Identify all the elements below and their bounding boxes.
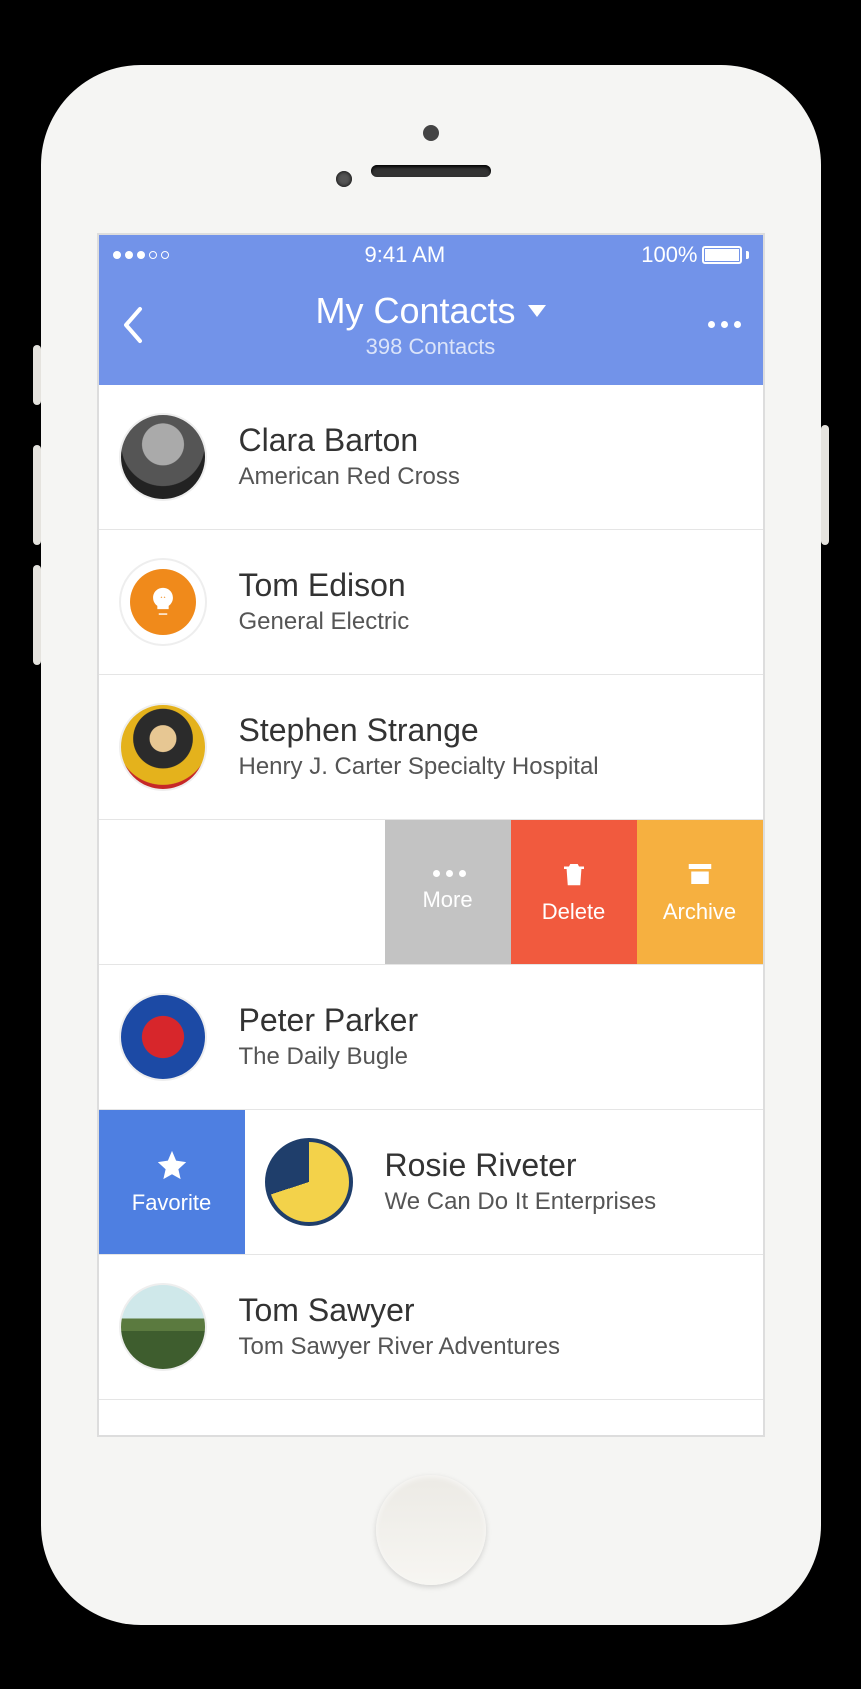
swipe-actions-left: Favorite: [99, 1110, 245, 1254]
contact-org: Henry J. Carter Specialty Hospital: [239, 753, 599, 781]
lightbulb-icon: [130, 569, 196, 635]
status-bar: 9:41 AM 100%: [99, 235, 763, 275]
contact-name: Stephen Strange: [239, 712, 599, 749]
contact-name: Peter Parker: [239, 1002, 419, 1039]
contact-row[interactable]: Favorite Rosie Riveter We Can Do It Ente…: [99, 1110, 763, 1255]
phone-side-button: [821, 425, 829, 545]
nav-bar: My Contacts 398 Contacts: [99, 275, 763, 385]
ellipsis-icon: [430, 870, 466, 877]
avatar: [119, 1283, 207, 1371]
avatar: [119, 993, 207, 1081]
phone-side-button: [33, 345, 41, 405]
home-button[interactable]: [376, 1475, 486, 1585]
status-time: 9:41 AM: [365, 242, 446, 268]
page-title: My Contacts: [315, 290, 515, 332]
contact-name: Tom Sawyer: [239, 1292, 560, 1329]
contact-row[interactable]: Tom Edison General Electric: [99, 530, 763, 675]
contact-row[interactable]: Clara Barton American Red Cross: [99, 385, 763, 530]
screen: 9:41 AM 100% My Contacts 398 Contacts: [99, 235, 763, 1435]
avatar: [119, 703, 207, 791]
avatar: [265, 1138, 353, 1226]
phone-side-button: [33, 565, 41, 665]
battery-percent: 100%: [641, 242, 697, 268]
action-label: Favorite: [132, 1190, 211, 1216]
trash-icon: [559, 859, 589, 889]
phone-camera: [423, 125, 439, 141]
back-button[interactable]: [121, 306, 157, 344]
signal-indicator: [113, 251, 169, 259]
contact-org: Tom Sawyer River Adventures: [239, 1333, 560, 1361]
caret-down-icon: [528, 305, 546, 317]
action-label: Archive: [663, 899, 736, 925]
more-options-button[interactable]: [705, 321, 741, 328]
contacts-list[interactable]: Clara Barton American Red Cross Tom Edis…: [99, 385, 763, 1435]
page-subtitle: 398 Contacts: [157, 334, 705, 360]
contact-org: The Daily Bugle: [239, 1043, 419, 1071]
phone-frame: 9:41 AM 100% My Contacts 398 Contacts: [41, 65, 821, 1625]
archive-icon: [685, 859, 715, 889]
contact-row[interactable]: Stephen Strange Henry J. Carter Specialt…: [99, 675, 763, 820]
favorite-action-button[interactable]: Favorite: [99, 1110, 245, 1254]
phone-speaker: [371, 165, 491, 177]
more-action-button[interactable]: More: [385, 820, 511, 964]
action-label: More: [422, 887, 472, 913]
battery-indicator: 100%: [641, 242, 748, 268]
contact-org: General Electric: [239, 608, 410, 636]
archive-action-button[interactable]: Archive: [637, 820, 763, 964]
contact-name: Rosie Riveter: [385, 1147, 657, 1184]
avatar: [119, 558, 207, 646]
contact-row[interactable]: Peter Parker The Daily Bugle: [99, 965, 763, 1110]
avatar: [119, 413, 207, 501]
contact-row[interactable]: Tom Sawyer Tom Sawyer River Adventures: [99, 1255, 763, 1400]
page-title-dropdown[interactable]: My Contacts: [315, 290, 545, 332]
phone-side-button: [33, 445, 41, 545]
contact-row[interactable]: More Delete Archive rge Jetson: [99, 820, 763, 965]
delete-action-button[interactable]: Delete: [511, 820, 637, 964]
contact-name: Tom Edison: [239, 567, 410, 604]
contact-name: Clara Barton: [239, 422, 460, 459]
action-label: Delete: [542, 899, 606, 925]
contact-org: We Can Do It Enterprises: [385, 1188, 657, 1216]
phone-sensor: [336, 171, 352, 187]
star-icon: [155, 1148, 189, 1182]
swipe-actions-right: More Delete Archive: [385, 820, 763, 964]
contact-org: American Red Cross: [239, 463, 460, 491]
